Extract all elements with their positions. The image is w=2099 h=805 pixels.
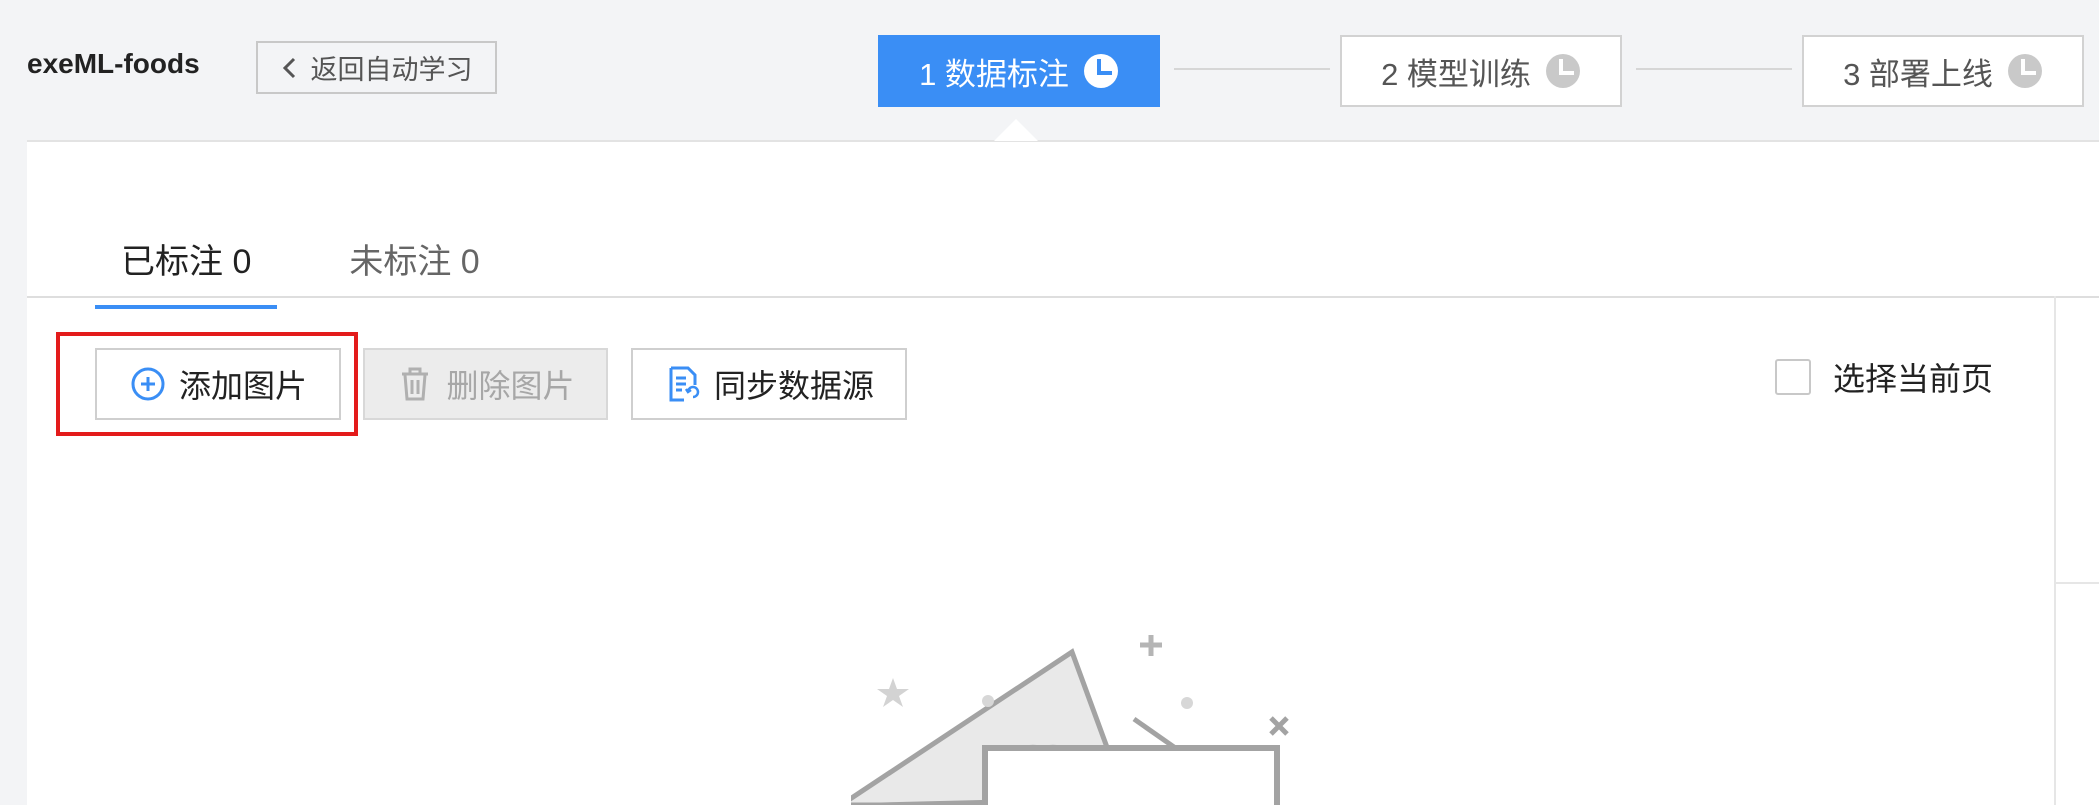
select-page-checkbox[interactable] <box>1775 359 1811 395</box>
empty-image-illustration <box>851 635 1289 805</box>
step-model-training[interactable]: 2 模型训练 <box>1340 35 1622 107</box>
document-sync-icon <box>669 366 700 402</box>
delete-image-button[interactable]: 删除图片 <box>363 348 608 420</box>
main-panel: 已标注 0 未标注 0 添加图片 删除图片 同步数据源 选择当前页 <box>27 142 2099 805</box>
sync-datasource-button[interactable]: 同步数据源 <box>631 348 907 420</box>
add-image-button[interactable]: 添加图片 <box>95 348 341 420</box>
step-deploy-online[interactable]: 3 部署上线 <box>1802 35 2084 107</box>
step-data-annotation[interactable]: 1 数据标注 <box>878 35 1160 107</box>
side-panel-divider <box>2056 582 2099 584</box>
plus-circle-icon <box>131 367 165 401</box>
step-label: 3 部署上线 <box>1843 56 1993 92</box>
sync-datasource-label: 同步数据源 <box>713 368 874 404</box>
trash-icon <box>402 367 429 401</box>
select-page-label: 选择当前页 <box>1833 361 1994 397</box>
step-connector <box>1636 68 1792 70</box>
step-label: 2 模型训练 <box>1381 56 1531 92</box>
annotation-tabs: 已标注 0 未标注 0 <box>95 234 506 309</box>
chevron-left-icon <box>282 57 295 78</box>
select-current-page[interactable]: 选择当前页 <box>1775 354 1993 400</box>
tab-unannotated[interactable]: 未标注 0 <box>323 234 505 303</box>
clock-icon <box>2007 54 2042 88</box>
add-image-label: 添加图片 <box>178 368 307 404</box>
clock-icon <box>1083 54 1118 88</box>
tabs-divider <box>27 296 2099 298</box>
step-label: 1 数据标注 <box>919 56 1069 92</box>
back-to-automl-button[interactable]: 返回自动学习 <box>256 41 497 94</box>
active-step-pointer <box>994 119 1038 141</box>
delete-image-label: 删除图片 <box>446 368 575 404</box>
app-name: exeML-foods <box>27 48 200 79</box>
back-button-label: 返回自动学习 <box>310 55 473 85</box>
clock-icon <box>1545 54 1580 88</box>
step-connector <box>1174 68 1330 70</box>
side-panel-divider <box>2054 296 2056 805</box>
tab-annotated[interactable]: 已标注 0 <box>95 234 278 309</box>
